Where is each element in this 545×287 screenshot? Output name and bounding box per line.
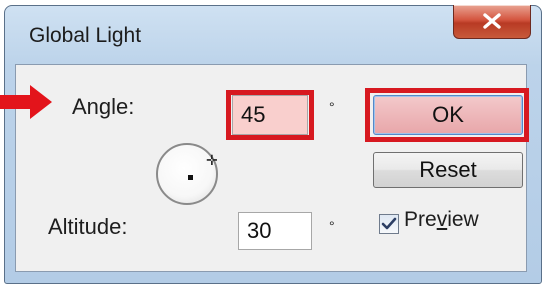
dial-crosshair-icon: ✛ — [206, 152, 218, 168]
global-light-dialog: Global Light Angle: ° ✛ Altitude: ° OK R… — [0, 5, 542, 284]
ok-button[interactable]: OK — [373, 95, 523, 135]
dial-center-dot — [188, 175, 193, 180]
altitude-label: Altitude: — [48, 214, 128, 239]
title-bar: Global Light — [5, 5, 541, 64]
preview-checkbox[interactable] — [379, 214, 399, 234]
dialog-content: Angle: ° ✛ Altitude: ° OK Reset Preview — [0, 64, 529, 272]
preview-label[interactable]: Preview — [404, 208, 479, 232]
checkmark-icon — [381, 217, 397, 230]
altitude-input[interactable] — [238, 212, 312, 250]
close-button[interactable] — [453, 5, 531, 39]
window-title: Global Light — [29, 24, 142, 47]
red-arrow-pointer — [0, 85, 52, 119]
angle-input[interactable] — [232, 95, 308, 135]
close-x-icon — [483, 13, 501, 29]
angle-dial-icon[interactable]: ✛ — [156, 143, 218, 205]
preview-mnemonic: v — [436, 208, 448, 231]
altitude-degree-symbol: ° — [329, 218, 335, 234]
angle-degree-symbol: ° — [329, 99, 335, 115]
reset-button[interactable]: Reset — [373, 152, 523, 188]
angle-label: Angle: — [72, 94, 135, 119]
